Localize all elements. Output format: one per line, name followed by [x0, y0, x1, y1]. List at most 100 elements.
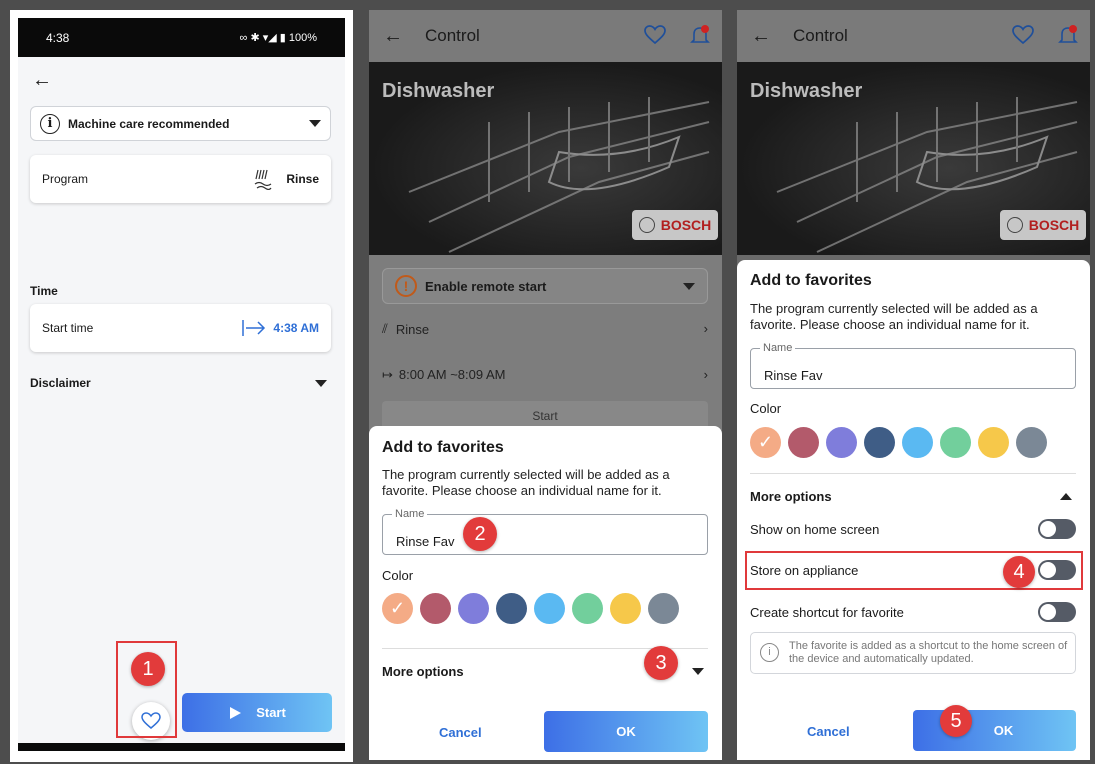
name-field-value: Rinse Fav — [396, 534, 455, 549]
annotation-marker-1: 1 — [131, 652, 165, 686]
warning-icon: ! — [395, 275, 417, 297]
color-swatch-slate[interactable] — [1016, 427, 1047, 458]
caret-down-icon — [692, 668, 704, 675]
color-swatch-sky[interactable] — [902, 427, 933, 458]
info-icon: i — [40, 113, 60, 134]
start-button[interactable]: Start — [182, 693, 332, 732]
annotation-marker-3: 3 — [644, 646, 678, 680]
ok-button-label: OK — [993, 723, 1014, 738]
color-label: Color — [382, 568, 414, 583]
color-swatch-rose[interactable] — [420, 593, 451, 624]
bosch-logo-icon — [1006, 217, 1023, 233]
app-header: ← Control — [737, 10, 1090, 62]
color-swatch-sky[interactable] — [534, 593, 565, 624]
sheet-description: The program currently selected will be a… — [382, 467, 670, 498]
disclaimer-row[interactable]: Disclaimer — [30, 376, 331, 390]
color-swatch-lavender[interactable] — [458, 593, 489, 624]
favorites-dialog-step2: ← Control Dishwasher BOSCH ! Enable remo… — [369, 10, 722, 760]
shortcut-info-box: i The favorite is added as a shortcut to… — [750, 632, 1076, 674]
name-field-label: Name — [392, 508, 428, 520]
check-icon: ✓ — [389, 598, 406, 618]
color-swatch-mint[interactable] — [940, 427, 971, 458]
program-label: Program — [42, 172, 89, 186]
show-home-toggle[interactable] — [1038, 519, 1076, 539]
start-time-card[interactable]: Start time 4:38 AM — [30, 304, 331, 352]
machine-care-label: Machine care recommended — [68, 116, 230, 131]
header-title: Control — [425, 26, 480, 45]
appliance-name: Dishwasher — [382, 80, 495, 102]
start-time-value: 4:38 AM — [273, 321, 319, 335]
bell-icon[interactable] — [1057, 24, 1079, 46]
name-field[interactable]: Name Rinse Fav — [382, 508, 708, 555]
brand-label: BOSCH — [660, 217, 712, 233]
sheet-title: Add to favorites — [382, 439, 504, 456]
caret-up-icon — [1060, 493, 1072, 500]
brand-label: BOSCH — [1028, 217, 1080, 233]
ok-button[interactable]: OK — [913, 710, 1076, 751]
start-button-label: Start — [256, 705, 286, 720]
cancel-button[interactable]: Cancel — [439, 725, 482, 740]
caret-down-icon — [683, 282, 695, 290]
dishwasher-hero-image: Dishwasher BOSCH — [369, 62, 722, 255]
show-home-row: Show on home screen — [750, 519, 1076, 539]
heart-icon[interactable] — [1012, 25, 1034, 45]
color-label: Color — [750, 401, 782, 416]
color-swatch-peach-selected[interactable]: ✓ — [382, 593, 413, 624]
program-card[interactable]: Program Rinse — [30, 155, 331, 203]
bell-icon[interactable] — [689, 24, 711, 46]
dimmed-background: ! Enable remote start ⫽ Rinse › ↦ 8:00 AM … — [369, 255, 722, 433]
rinse-program-icon — [254, 169, 272, 190]
time-heading: Time — [30, 284, 58, 298]
color-swatch-yellow[interactable] — [978, 427, 1009, 458]
back-arrow-icon[interactable]: ← — [32, 70, 52, 90]
appliance-name: Dishwasher — [750, 80, 863, 102]
color-swatches: ✓ — [382, 593, 679, 624]
name-field-label: Name — [760, 342, 796, 354]
brand-badge: BOSCH — [1000, 210, 1086, 240]
name-field[interactable]: Name Rinse Fav — [750, 342, 1076, 389]
chevron-right-icon: › — [703, 321, 708, 336]
time-range: 8:00 AM ~8:09 AM — [398, 367, 506, 382]
cancel-button[interactable]: Cancel — [807, 724, 850, 739]
color-swatches: ✓ — [750, 427, 1047, 458]
more-options-label: More options — [750, 489, 832, 504]
machine-care-dropdown[interactable]: i Machine care recommended — [30, 106, 331, 141]
remote-start-dropdown: ! Enable remote start — [382, 268, 708, 304]
status-time: 4:38 — [46, 30, 70, 45]
color-swatch-yellow[interactable] — [610, 593, 641, 624]
play-icon — [230, 706, 242, 719]
app-header: ← Control — [369, 10, 722, 62]
more-options-toggle[interactable]: More options — [750, 489, 1076, 504]
color-swatch-mint[interactable] — [572, 593, 603, 624]
start-time-label: Start time — [42, 321, 94, 335]
color-swatch-navy[interactable] — [496, 593, 527, 624]
show-home-label: Show on home screen — [750, 521, 880, 537]
color-swatch-navy[interactable] — [864, 427, 895, 458]
chevron-right-icon: › — [703, 367, 708, 382]
back-arrow-icon[interactable]: ← — [383, 25, 403, 48]
annotation-marker-4: 4 — [1003, 556, 1035, 588]
program-screen: 4:38 ∞ ✱ ▾◢ ▮ 100% ← i Machine care reco… — [18, 18, 345, 751]
name-field-value: Rinse Fav — [764, 368, 823, 383]
sheet-title: Add to favorites — [750, 272, 872, 289]
ok-button[interactable]: OK — [544, 711, 708, 752]
heart-icon[interactable] — [644, 25, 666, 45]
brand-badge: BOSCH — [632, 210, 718, 240]
annotation-marker-2: 2 — [463, 517, 497, 551]
phone-screenshot-program: 4:38 ∞ ✱ ▾◢ ▮ 100% ← i Machine care reco… — [10, 10, 353, 762]
color-swatch-slate[interactable] — [648, 593, 679, 624]
dishwasher-hero-image: Dishwasher BOSCH — [737, 62, 1090, 255]
create-shortcut-toggle[interactable] — [1038, 602, 1076, 622]
shortcut-info-text: The favorite is added as a shortcut to t… — [789, 640, 1068, 665]
program-row-label: Rinse — [395, 321, 430, 337]
arrow-right-to-bar-icon — [242, 320, 266, 336]
nav-bar — [18, 743, 345, 751]
caret-down-icon — [309, 120, 321, 127]
color-swatch-lavender[interactable] — [826, 427, 857, 458]
color-swatch-peach-selected[interactable]: ✓ — [750, 427, 781, 458]
back-arrow-icon[interactable]: ← — [751, 25, 771, 48]
color-swatch-rose[interactable] — [788, 427, 819, 458]
annotation-marker-5: 5 — [940, 705, 972, 737]
more-options-label: More options — [382, 664, 464, 679]
rinse-program-icon: ⫽ — [382, 321, 388, 336]
